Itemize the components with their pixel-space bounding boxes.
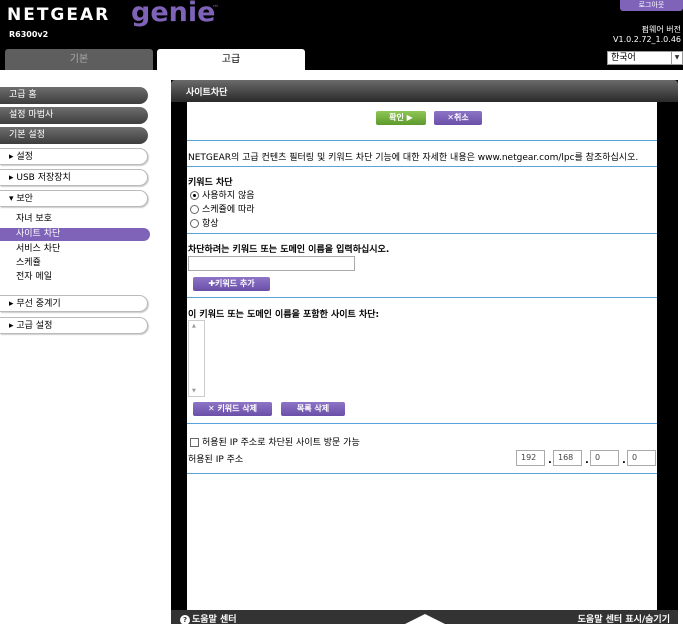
- logout-button[interactable]: 로그아웃: [620, 0, 683, 11]
- sidebar-item-setup-wizard[interactable]: 설정 마법사: [0, 107, 148, 124]
- help-toggle-tab[interactable]: [405, 612, 445, 624]
- scroll-up-icon[interactable]: ▲: [192, 323, 196, 329]
- divider: [187, 297, 657, 298]
- ip-dot: .: [622, 455, 626, 466]
- divider: [187, 473, 657, 474]
- genie-logo: genie: [131, 0, 216, 28]
- chevron-down-icon: ▼: [671, 52, 682, 64]
- cancel-button[interactable]: ✕취소: [434, 111, 482, 125]
- help-center-link[interactable]: ? 도움말 센터: [180, 612, 237, 624]
- ip-octet-2[interactable]: 168: [553, 450, 582, 466]
- page-title: 사이트차단: [186, 88, 228, 98]
- radio-label: 스케쥴에 따라: [202, 205, 255, 215]
- sidebar-item-security[interactable]: ▾ 보안: [0, 190, 148, 207]
- language-value: 한국어: [611, 53, 636, 63]
- delete-keyword-button[interactable]: ✕ 키워드 삭제: [193, 402, 272, 416]
- radio-button[interactable]: [190, 219, 199, 228]
- panel-header: [171, 80, 678, 102]
- sidebar-item-schedule[interactable]: 스케쥴: [0, 257, 150, 270]
- add-keyword-button[interactable]: ✚키워드 추가: [193, 277, 270, 291]
- help-toggle-link[interactable]: 도움말 센터 표시/숨기기: [578, 612, 670, 624]
- sidebar-item-basic-setup[interactable]: 기본 설정: [0, 127, 148, 144]
- allow-trusted-label: 허용된 IP 주소로 차단된 사이트 방문 가능: [202, 438, 360, 448]
- keyword-blocking-label: 키워드 차단: [188, 178, 233, 188]
- scroll-down-icon[interactable]: ▼: [192, 388, 196, 394]
- sidebar-item-email[interactable]: 전자 메일: [0, 271, 150, 284]
- radio-button[interactable]: [190, 191, 199, 200]
- block-sites-label: 이 키워드 또는 도메인 이름을 포함한 사이트 차단:: [188, 310, 380, 320]
- trusted-ip-label: 허용된 IP 주소: [188, 455, 244, 465]
- ip-octet-1[interactable]: 192: [516, 450, 545, 466]
- firmware-version: V1.0.2.72_1.0.46: [613, 35, 681, 44]
- divider: [187, 166, 657, 167]
- content-area: [187, 102, 657, 610]
- brand-logo: NETGEAR: [7, 5, 111, 25]
- help-icon: ?: [180, 614, 190, 624]
- firmware-label: 펌웨어 버전: [641, 25, 681, 34]
- panel-border-left: [171, 80, 187, 624]
- divider: [187, 140, 657, 141]
- clear-list-button[interactable]: 목록 삭제: [281, 402, 345, 416]
- apply-button[interactable]: 확인 ▶: [376, 111, 426, 125]
- sidebar-item-usb-storage[interactable]: ▸ USB 저장장치: [0, 169, 148, 186]
- ip-octet-4[interactable]: 0: [627, 450, 656, 466]
- router-model: R6300v2: [9, 30, 49, 39]
- help-center-label: 도움말 센터: [192, 615, 237, 624]
- tab-advanced[interactable]: 고급: [157, 49, 305, 70]
- ip-octet-3[interactable]: 0: [590, 450, 619, 466]
- info-text: NETGEAR의 고급 컨텐츠 필터링 및 키워드 차단 기능에 대한 자세한 …: [188, 153, 639, 163]
- panel-border-right: [657, 80, 678, 624]
- sidebar-item-advanced-home[interactable]: 고급 홈: [0, 87, 148, 104]
- allow-trusted-checkbox-row[interactable]: 허용된 IP 주소로 차단된 사이트 방문 가능: [190, 435, 360, 448]
- radio-label: 사용하지 않음: [202, 191, 255, 201]
- radio-per-schedule[interactable]: 스케쥴에 따라: [190, 202, 255, 215]
- ip-dot: .: [585, 455, 589, 466]
- sidebar-item-setup[interactable]: ▸ 설정: [0, 148, 148, 165]
- tab-basic[interactable]: 기본: [5, 49, 153, 70]
- divider: [187, 233, 657, 234]
- sidebar-item-block-sites[interactable]: 사이트 차단: [0, 228, 150, 241]
- sidebar-item-advanced-setup[interactable]: ▸ 고급 설정: [0, 317, 148, 334]
- keyword-input[interactable]: [188, 256, 355, 271]
- trademark: ™: [212, 4, 219, 12]
- blocked-sites-list[interactable]: ▲ ▼: [188, 320, 205, 397]
- chevron-up-icon: [405, 614, 445, 624]
- radio-always[interactable]: 항상: [190, 216, 219, 229]
- sidebar-item-wireless-repeater[interactable]: ▸ 무선 중계기: [0, 295, 148, 312]
- radio-button[interactable]: [190, 205, 199, 214]
- radio-label: 항상: [202, 219, 219, 229]
- enter-keyword-label: 차단하려는 키워드 또는 도메인 이름을 입력하십시오.: [188, 245, 390, 255]
- allow-trusted-checkbox[interactable]: [190, 438, 199, 447]
- language-select[interactable]: 한국어 ▼: [607, 51, 683, 65]
- ip-dot: .: [548, 455, 552, 466]
- sidebar-item-parental-control[interactable]: 자녀 보호: [0, 213, 150, 226]
- sidebar-item-block-services[interactable]: 서비스 차단: [0, 243, 150, 256]
- divider: [187, 423, 657, 424]
- radio-never[interactable]: 사용하지 않음: [190, 188, 255, 201]
